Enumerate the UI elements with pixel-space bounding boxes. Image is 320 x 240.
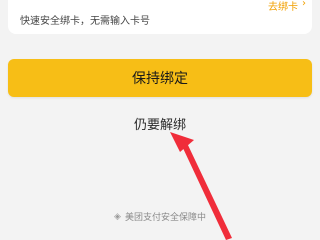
shield-icon: ◈ bbox=[114, 211, 121, 222]
quick-bind-card: 快速安全绑卡，无需输入卡号 去绑卡 › bbox=[8, 0, 312, 34]
security-footer-text: 美团支付安全保障中 bbox=[124, 213, 206, 223]
chevron-right-icon: › bbox=[302, 0, 306, 9]
annotation-arrow-shaft bbox=[182, 143, 232, 240]
security-footer: ◈ 美团支付安全保障中 bbox=[0, 210, 320, 224]
annotation-arrow-head bbox=[170, 132, 194, 152]
keep-bound-button[interactable]: 保持绑定 bbox=[8, 59, 312, 97]
unbind-confirm-page: 快速安全绑卡，无需输入卡号 去绑卡 › 保持绑定 仍要解绑 ◈ 美团支付安全保障… bbox=[0, 0, 320, 240]
quick-bind-description: 快速安全绑卡，无需输入卡号 bbox=[20, 16, 150, 27]
unbind-anyway-button[interactable]: 仍要解绑 bbox=[0, 114, 320, 133]
go-bind-card-link[interactable]: 去绑卡 bbox=[268, 0, 298, 13]
